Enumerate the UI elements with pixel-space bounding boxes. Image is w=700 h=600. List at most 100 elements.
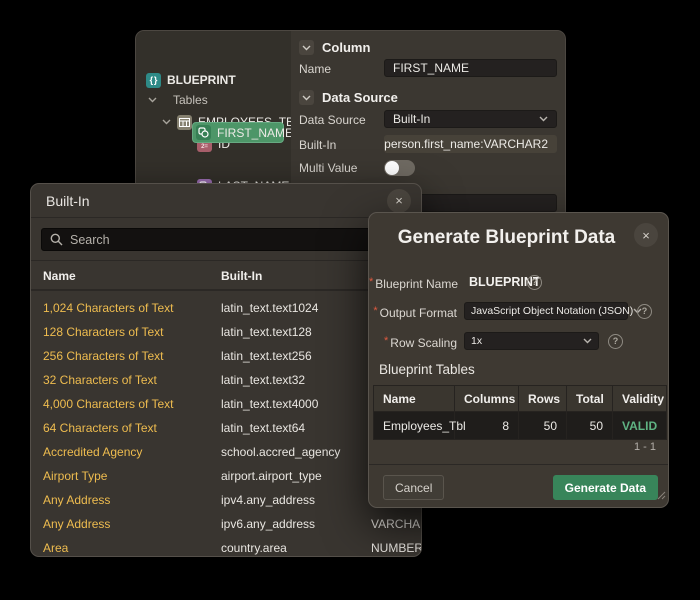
multi-value-label: Multi Value — [299, 161, 357, 175]
builtin-code: school.accred_agency — [221, 440, 340, 464]
tree-node-first-name-selected[interactable]: FIRST_NAME — [192, 122, 284, 143]
col-header-rows: Rows — [519, 386, 567, 412]
cancel-button[interactable]: Cancel — [383, 475, 444, 500]
builtin-shape-icon — [196, 125, 211, 140]
builtin-row[interactable]: 4,000 Characters of Text latin_text.text4… — [31, 392, 421, 416]
table-icon — [177, 115, 192, 130]
builtin-name-link[interactable]: 64 Characters of Text — [43, 416, 157, 440]
builtin-row[interactable]: Area country.area NUMBER — [31, 536, 421, 557]
col-header-total: Total — [567, 386, 613, 412]
blueprint-name-label: Blueprint Name — [375, 277, 458, 291]
builtin-code: latin_text.text256 — [221, 344, 312, 368]
builtin-row[interactable]: Airport Type airport.airport_type — [31, 464, 421, 488]
column-header-builtin: Built-In — [221, 261, 262, 292]
builtin-code: latin_text.text1024 — [221, 296, 318, 320]
tree-root-label: BLUEPRINT — [167, 73, 236, 87]
output-format-value: JavaScript Object Notation (JSON) — [471, 305, 633, 317]
builtin-datatype: NUMBER — [371, 536, 422, 557]
data-source-value: Built-In — [393, 112, 430, 126]
required-asterisk: * — [369, 276, 373, 288]
generate-data-button[interactable]: Generate Data — [553, 475, 658, 500]
row-scaling-row: *Row Scaling 1x ? — [369, 332, 668, 350]
output-format-label: Output Format — [380, 306, 457, 320]
builtin-value: person.first_name:VARCHAR2 — [384, 137, 548, 151]
column-section-header[interactable]: Column — [299, 40, 370, 55]
column-header-name: Name — [43, 261, 76, 292]
cell-total: 50 — [567, 412, 613, 440]
pagination-label: 1 - 1 — [634, 441, 656, 453]
tree-group-label: Tables — [173, 93, 208, 107]
builtin-name-link[interactable]: 4,000 Characters of Text — [43, 392, 174, 416]
column-name-input[interactable]: FIRST_NAME — [384, 59, 557, 77]
collapse-chevron-icon[interactable] — [299, 40, 314, 55]
row-scaling-label: Row Scaling — [390, 336, 457, 350]
cell-validity-badge: VALID — [613, 412, 667, 440]
builtin-row[interactable]: Accredited Agency school.accred_agency — [31, 440, 421, 464]
builtin-name-link[interactable]: Any Address — [43, 488, 110, 512]
col-header-name: Name — [374, 386, 455, 412]
search-icon — [50, 233, 63, 246]
builtin-name-link[interactable]: 256 Characters of Text — [43, 344, 164, 368]
builtin-name-link[interactable]: Accredited Agency — [43, 440, 142, 464]
help-icon[interactable]: ? — [608, 334, 623, 349]
table-row: Employees_Tbl 8 50 50 VALID — [374, 412, 667, 440]
name-label: Name — [299, 62, 331, 76]
builtin-label: Built-In — [299, 138, 336, 152]
data-source-select[interactable]: Built-In — [384, 110, 557, 128]
builtin-code: ipv4.any_address — [221, 488, 315, 512]
builtin-code: country.area — [221, 536, 287, 557]
collapse-chevron-icon[interactable] — [299, 90, 314, 105]
builtin-picker-dialog: Built-In × Name Built-In 1,024 Character… — [30, 183, 422, 557]
generate-blueprint-dialog: Generate Blueprint Data × *Blueprint Nam… — [368, 212, 669, 508]
builtin-dialog-header: Built-In × — [31, 184, 421, 218]
builtin-code: airport.airport_type — [221, 464, 322, 488]
builtin-row[interactable]: Any Address ipv4.any_address — [31, 488, 421, 512]
resize-handle-icon[interactable] — [657, 487, 666, 505]
builtin-name-link[interactable]: Airport Type — [43, 464, 107, 488]
section-title: Data Source — [322, 90, 398, 105]
builtin-code: latin_text.text32 — [221, 368, 305, 392]
builtin-code: latin_text.text128 — [221, 320, 312, 344]
builtin-name-link[interactable]: 1,024 Characters of Text — [43, 296, 174, 320]
builtin-name-link[interactable]: Area — [43, 536, 68, 557]
search-input[interactable] — [70, 233, 404, 247]
row-scaling-value: 1x — [471, 335, 482, 347]
screen: { } BLUEPRINT Tables — [0, 0, 700, 600]
table-header-row: Name Columns Rows Total Validity — [374, 386, 667, 412]
builtin-code: latin_text.text64 — [221, 416, 305, 440]
builtin-row[interactable]: 128 Characters of Text latin_text.text128 — [31, 320, 421, 344]
builtin-row[interactable]: 32 Characters of Text latin_text.text32 — [31, 368, 421, 392]
builtin-name-link[interactable]: 128 Characters of Text — [43, 320, 164, 344]
builtin-row[interactable]: 1,024 Characters of Text latin_text.text1… — [31, 296, 421, 320]
required-asterisk: * — [384, 335, 388, 347]
builtin-name-link[interactable]: 32 Characters of Text — [43, 368, 157, 392]
help-icon[interactable]: ? — [527, 275, 542, 290]
data-source-section-header[interactable]: Data Source — [299, 90, 398, 105]
multi-value-toggle[interactable] — [384, 160, 415, 176]
output-format-select[interactable]: JavaScript Object Notation (JSON) — [464, 302, 628, 320]
cell-rows: 50 — [519, 412, 567, 440]
blueprint-tables-heading: Blueprint Tables — [379, 362, 475, 377]
section-title: Column — [322, 40, 370, 55]
help-icon[interactable]: ? — [637, 304, 652, 319]
row-scaling-select[interactable]: 1x — [464, 332, 599, 350]
close-icon[interactable]: × — [634, 223, 658, 247]
cancel-button-label: Cancel — [395, 481, 432, 495]
builtin-row[interactable]: 64 Characters of Text latin_text.text64 — [31, 416, 421, 440]
braces-icon: { } — [146, 73, 161, 88]
builtin-row[interactable]: Any Addressipv6.any_addressVARCHAR2 — [31, 512, 421, 536]
chevron-down-icon — [539, 116, 548, 122]
close-icon[interactable]: × — [387, 189, 411, 213]
builtin-row[interactable]: 256 Characters of Text latin_text.text256 — [31, 344, 421, 368]
generate-button-label: Generate Data — [565, 481, 646, 495]
tree-node-blueprint[interactable]: { } BLUEPRINT — [146, 70, 236, 90]
builtin-name-link[interactable]: Any Address — [43, 512, 110, 536]
tree-node-tables[interactable]: Tables — [148, 90, 208, 110]
builtin-value-button[interactable]: person.first_name:VARCHAR2 — [384, 135, 557, 153]
footer-divider — [369, 464, 668, 465]
builtin-code: latin_text.text4000 — [221, 392, 318, 416]
builtin-table-rows: 1,024 Characters of Text latin_text.text1… — [31, 293, 421, 556]
toggle-knob — [385, 161, 399, 175]
builtin-dialog-title: Built-In — [46, 193, 387, 209]
col-header-validity: Validity — [613, 386, 667, 412]
